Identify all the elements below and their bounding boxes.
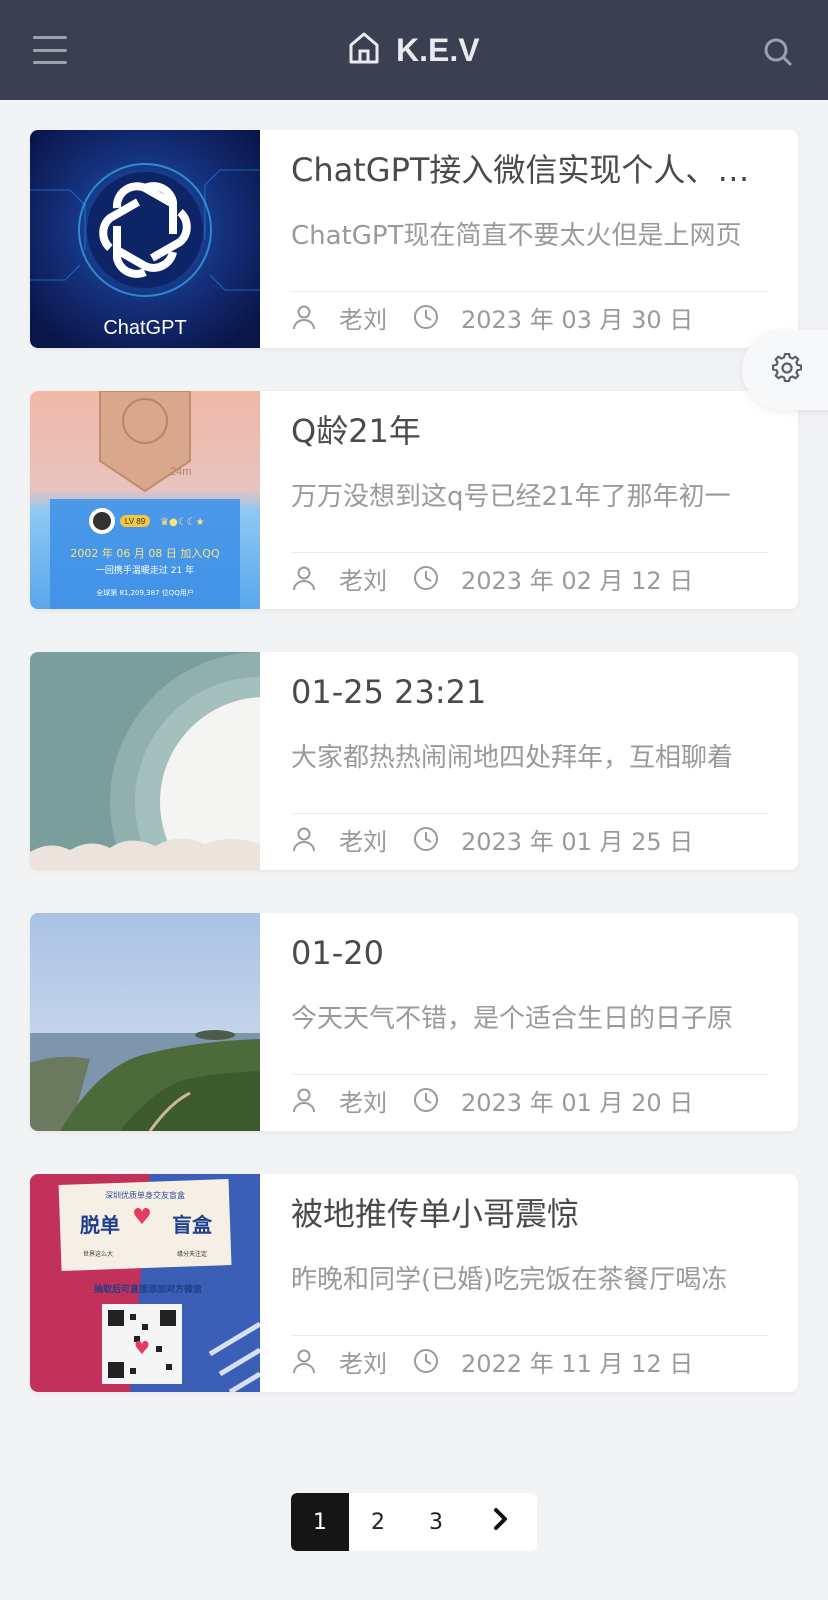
post-author: 老刘 [339, 827, 387, 856]
user-icon [291, 304, 317, 330]
post-title[interactable]: ChatGPT接入微信实现个人、… [291, 148, 768, 192]
page-2-button[interactable]: 2 [349, 1493, 407, 1551]
join-date-text: 2002 年 06 月 08 日 加入QQ [70, 546, 220, 560]
home-icon [348, 31, 380, 69]
next-page-button[interactable] [465, 1493, 537, 1551]
clock-icon [413, 304, 439, 330]
pagination: 1 2 3 [291, 1493, 537, 1551]
post-card[interactable]: ChatGPT ChatGPT接入微信实现个人、… ChatGPT现在简直不要太… [30, 130, 798, 348]
post-author: 老刘 [339, 305, 387, 334]
post-thumbnail[interactable]: 深圳优质单身交友盲盒 脱单 ♥ 盲盒 世界这么大 缘分天注定 抽取后可直接添加对… [30, 1174, 260, 1392]
post-date: 2022 年 11 月 12 日 … [461, 1349, 701, 1378]
post-title[interactable]: Q龄21年 [291, 409, 768, 453]
page-1-button[interactable]: 1 [291, 1493, 349, 1551]
thumbnail-label: ChatGPT [103, 317, 186, 339]
post-meta: 老刘 2023 年 02 月 12 日 … [291, 561, 768, 595]
post-excerpt: 今天天气不错，是个适合生日的日子原 [291, 1004, 734, 1034]
divider [291, 813, 768, 814]
post-excerpt: 昨晚和同学(已婚)吃完饭在茶餐厅喝冻 [291, 1265, 728, 1295]
flyer-top-text: 深圳优质单身交友盲盒 [105, 1190, 185, 1200]
top-navbar: K.E.V [0, 0, 828, 100]
site-title: K.E.V [396, 31, 480, 68]
user-icon [291, 826, 317, 852]
user-icon [291, 1348, 317, 1374]
page-3-button[interactable]: 3 [407, 1493, 465, 1551]
post-author: 老刘 [339, 1349, 387, 1378]
post-meta: 老刘 2022 年 11 月 12 日 … [291, 1344, 768, 1378]
post-excerpt: ChatGPT现在简直不要太火但是上网页 [291, 221, 742, 251]
divider [291, 291, 768, 292]
flyer-right-text: 盲盒 [172, 1213, 213, 1237]
rank-text: 全球第 81,209,387 位QQ用户 [96, 588, 194, 597]
post-date: 2023 年 01 月 25 日 … [461, 827, 701, 856]
divider [291, 552, 768, 553]
svg-text:♥: ♥ [132, 1205, 152, 1230]
post-author: 老刘 [339, 1088, 387, 1117]
clock-icon [413, 565, 439, 591]
settings-button[interactable] [742, 330, 828, 410]
post-thumbnail[interactable] [30, 913, 260, 1131]
post-author: 老刘 [339, 566, 387, 595]
clock-icon [413, 826, 439, 852]
site-brand[interactable]: K.E.V [348, 27, 480, 73]
user-icon [291, 565, 317, 591]
post-excerpt: 大家都热热闹闹地四处拜年，互相聊着 [291, 743, 734, 773]
post-excerpt: 万万没想到这q号已经21年了那年初一 [291, 482, 731, 512]
gear-icon [771, 352, 803, 387]
clock-icon [413, 1087, 439, 1113]
search-icon[interactable] [762, 36, 794, 68]
hamburger-menu-icon[interactable] [33, 36, 67, 64]
post-list: ChatGPT ChatGPT接入微信实现个人、… ChatGPT现在简直不要太… [30, 130, 798, 1435]
svg-text:♥: ♥ [134, 1338, 150, 1359]
post-title[interactable]: 被地推传单小哥震惊 [291, 1192, 768, 1236]
svg-text:♛●☾☾★: ♛●☾☾★ [160, 517, 205, 528]
divider [291, 1074, 768, 1075]
post-card[interactable]: 24m LV 89 ♛●☾☾★ 2002 年 06 月 08 日 加入QQ 一回… [30, 391, 798, 609]
post-title[interactable]: 01-25 23:21 [291, 670, 768, 714]
post-meta: 老刘 2023 年 01 月 25 日 … [291, 822, 768, 856]
post-date: 2023 年 02 月 12 日 … [461, 566, 701, 595]
post-card[interactable]: 01-20 今天天气不错，是个适合生日的日子原 老刘 2023 年 01 月 2… [30, 913, 798, 1131]
user-icon [291, 1087, 317, 1113]
flyer-bottom-text: 抽取后可直接添加对方微信 [94, 1283, 202, 1295]
chevron-right-icon [493, 1508, 509, 1536]
post-card[interactable]: 01-25 23:21 大家都热热闹闹地四处拜年，互相聊着 老刘 2023 年 … [30, 652, 798, 870]
flyer-note-right: 缘分天注定 [177, 1250, 207, 1258]
post-date: 2023 年 03 月 30 日 … [461, 305, 701, 334]
level-text: LV 89 [125, 517, 146, 526]
post-title[interactable]: 01-20 [291, 931, 768, 975]
flyer-left-text: 脱单 [80, 1213, 120, 1237]
post-date: 2023 年 01 月 20 日 … [461, 1088, 701, 1117]
post-card[interactable]: 深圳优质单身交友盲盒 脱单 ♥ 盲盒 世界这么大 缘分天注定 抽取后可直接添加对… [30, 1174, 798, 1392]
flyer-note-left: 世界这么大 [83, 1250, 113, 1258]
post-meta: 老刘 2023 年 03 月 30 日 … [291, 300, 768, 334]
post-thumbnail[interactable] [30, 652, 260, 870]
post-thumbnail[interactable]: ChatGPT [30, 130, 260, 348]
years-text: 一回携手温暖走过 21 年 [96, 564, 194, 576]
post-meta: 老刘 2023 年 01 月 20 日 … [291, 1083, 768, 1117]
clock-icon [413, 1348, 439, 1374]
badge-text: 24m [170, 466, 191, 478]
divider [291, 1335, 768, 1336]
post-thumbnail[interactable]: 24m LV 89 ♛●☾☾★ 2002 年 06 月 08 日 加入QQ 一回… [30, 391, 260, 609]
